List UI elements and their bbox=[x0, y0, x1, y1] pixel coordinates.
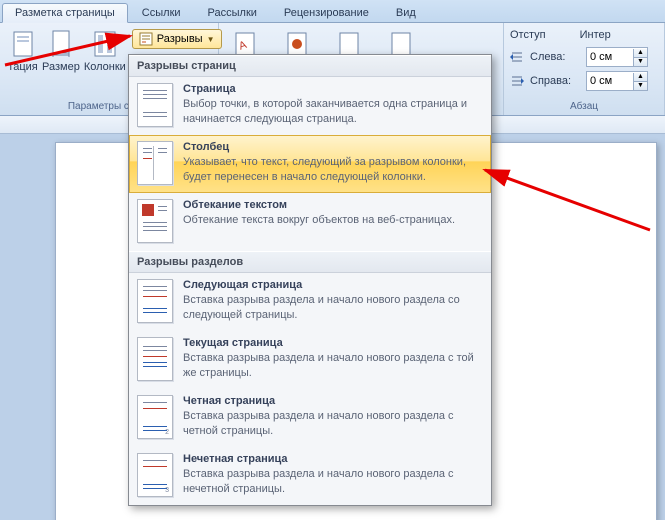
menu-item-column[interactable]: Столбец Указывает, что текст, следующий … bbox=[129, 135, 491, 193]
tab-view[interactable]: Вид bbox=[383, 3, 429, 22]
menu-item-title: Четная страница bbox=[183, 395, 483, 407]
odd-page-icon: 3 bbox=[137, 453, 173, 497]
menu-item-title: Страница bbox=[183, 83, 483, 95]
spin-down-icon[interactable]: ▼ bbox=[633, 58, 647, 66]
section-section-breaks: Разрывы разделов bbox=[129, 251, 491, 273]
orientation-button[interactable]: тация bbox=[6, 27, 40, 75]
even-page-icon: 2 bbox=[137, 395, 173, 439]
menu-item-desc: Вставка разрыва раздела и начало нового … bbox=[183, 293, 483, 323]
section-page-breaks: Разрывы страниц bbox=[129, 55, 491, 77]
ribbon-tabs: Разметка страницы Ссылки Рассылки Реценз… bbox=[0, 0, 665, 23]
column-break-icon bbox=[137, 141, 173, 185]
menu-item-page[interactable]: Страница Выбор точки, в которой заканчив… bbox=[129, 77, 491, 135]
indent-right-label: Справа: bbox=[530, 75, 580, 87]
text-wrap-icon bbox=[137, 199, 173, 243]
menu-item-desc: Указывает, что текст, следующий за разры… bbox=[183, 155, 483, 185]
columns-button[interactable]: Колонки bbox=[82, 27, 128, 75]
orientation-icon bbox=[8, 29, 38, 59]
indent-right-spin[interactable]: ▲▼ bbox=[586, 71, 648, 91]
menu-item-even-page[interactable]: 2 Четная страница Вставка разрыва раздел… bbox=[129, 389, 491, 447]
next-page-icon bbox=[137, 279, 173, 323]
tab-mailings[interactable]: Рассылки bbox=[195, 3, 270, 22]
size-button[interactable]: Размер bbox=[40, 27, 82, 75]
chevron-down-icon: ▼ bbox=[207, 35, 215, 44]
menu-item-desc: Обтекание текста вокруг объектов на веб-… bbox=[183, 213, 455, 228]
spin-down-icon[interactable]: ▼ bbox=[633, 82, 647, 90]
spin-up-icon[interactable]: ▲ bbox=[633, 73, 647, 82]
breaks-icon bbox=[139, 32, 153, 46]
continuous-icon bbox=[137, 337, 173, 381]
menu-item-title: Обтекание текстом bbox=[183, 199, 455, 211]
size-icon bbox=[46, 29, 76, 59]
menu-item-title: Столбец bbox=[183, 141, 483, 153]
indent-left-input[interactable] bbox=[587, 49, 633, 65]
indent-left-spin[interactable]: ▲▼ bbox=[586, 47, 648, 67]
menu-item-text-wrap[interactable]: Обтекание текстом Обтекание текста вокру… bbox=[129, 193, 491, 251]
columns-label: Колонки bbox=[84, 61, 126, 73]
breaks-menu: Разрывы страниц Страница Выбор точки, в … bbox=[128, 54, 492, 506]
page-break-icon bbox=[137, 83, 173, 127]
indent-right-icon bbox=[510, 75, 524, 87]
group-paragraph-title: Абзац bbox=[510, 99, 658, 115]
menu-item-odd-page[interactable]: 3 Нечетная страница Вставка разрыва разд… bbox=[129, 447, 491, 505]
menu-item-desc: Вставка разрыва раздела и начало нового … bbox=[183, 351, 483, 381]
breaks-label: Разрывы bbox=[157, 33, 203, 45]
breaks-button[interactable]: Разрывы ▼ bbox=[132, 29, 222, 49]
indent-left-label: Слева: bbox=[530, 51, 580, 63]
spin-up-icon[interactable]: ▲ bbox=[633, 49, 647, 58]
tab-page-layout[interactable]: Разметка страницы bbox=[2, 3, 128, 23]
inter-heading: Интер bbox=[580, 29, 611, 41]
indent-left-icon bbox=[510, 51, 524, 63]
menu-item-desc: Вставка разрыва раздела и начало нового … bbox=[183, 467, 483, 497]
menu-item-title: Нечетная страница bbox=[183, 453, 483, 465]
group-paragraph: Отступ Интер Слева: ▲▼ Справа: ▲▼ Аб bbox=[504, 23, 665, 115]
columns-icon bbox=[90, 29, 120, 59]
tab-review[interactable]: Рецензирование bbox=[271, 3, 382, 22]
menu-item-continuous[interactable]: Текущая страница Вставка разрыва раздела… bbox=[129, 331, 491, 389]
menu-item-desc: Выбор точки, в которой заканчивается одн… bbox=[183, 97, 483, 127]
indent-heading: Отступ bbox=[510, 29, 546, 41]
indent-right-input[interactable] bbox=[587, 73, 633, 89]
size-label: Размер bbox=[42, 61, 80, 73]
menu-item-next-page[interactable]: Следующая страница Вставка разрыва разде… bbox=[129, 273, 491, 331]
menu-item-desc: Вставка разрыва раздела и начало нового … bbox=[183, 409, 483, 439]
menu-item-title: Текущая страница bbox=[183, 337, 483, 349]
orientation-label: тация bbox=[8, 61, 37, 73]
menu-item-title: Следующая страница bbox=[183, 279, 483, 291]
tab-references[interactable]: Ссылки bbox=[129, 3, 194, 22]
